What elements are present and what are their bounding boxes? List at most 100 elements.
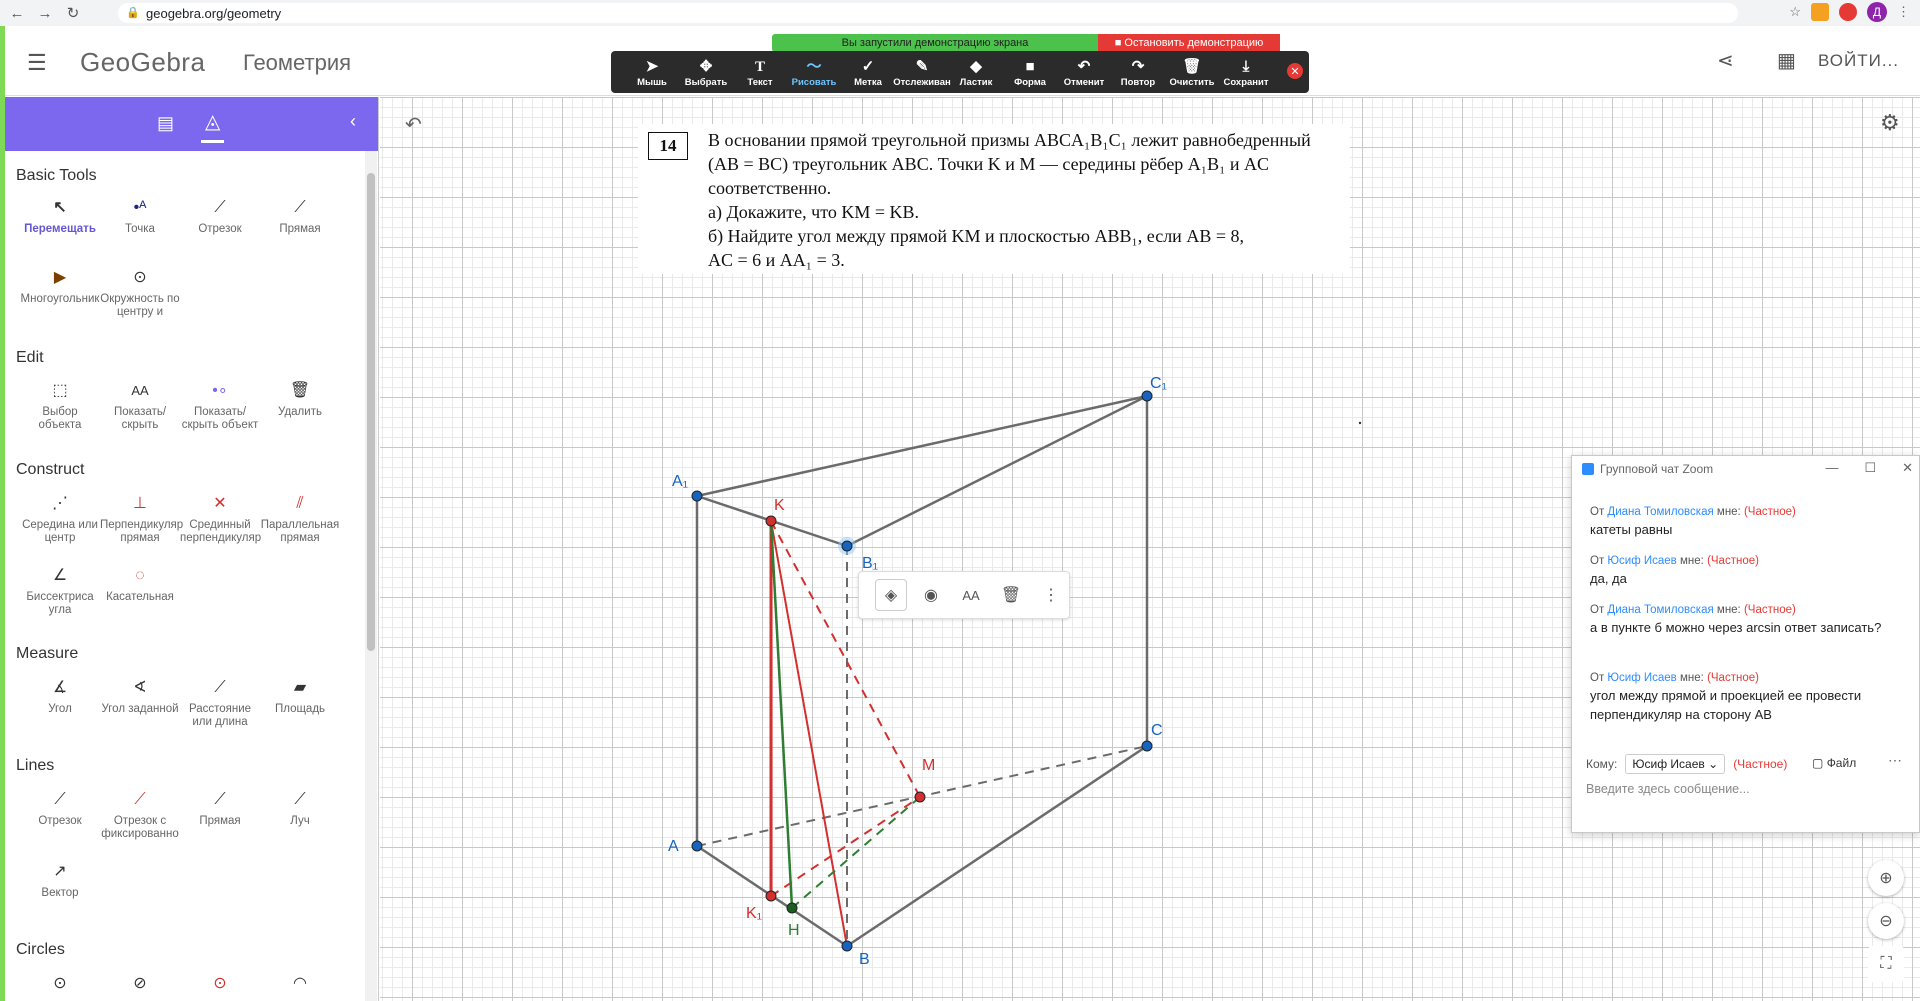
tools-tab-icon[interactable]: ◬ [201,109,225,143]
tool-text[interactable]: T Текст [733,57,787,88]
tool-stamp[interactable]: ✓ Метка [841,57,895,88]
fill-color-icon[interactable]: ◈ [875,579,907,611]
gear-icon[interactable]: ⚙ [1880,110,1900,136]
share-icon[interactable]: ⋖ [1717,48,1734,73]
tool-angle-bisector[interactable]: ∠ Биссектриса угла [20,561,100,617]
problem-line: (AB = BC) треугольник ABC. Точки K и M —… [708,154,1269,174]
tool-angle[interactable]: ∡ Угол [20,673,100,716]
tool-draw[interactable]: 〜 Рисовать [787,57,841,88]
tool-undo[interactable]: ↶ Отменит [1057,57,1111,88]
tool-parallel[interactable]: ⫽ Параллельная прямая [260,489,340,545]
file-button[interactable]: ▢ Файл [1812,756,1856,770]
point-m[interactable] [914,791,926,803]
scroll-thumb[interactable] [367,173,375,651]
toolbar-close-icon[interactable]: ✕ [1287,63,1303,79]
tool-mouse[interactable]: ➤ Мышь [625,57,679,88]
tool-show-hide-label[interactable]: AA Показать/ скрыть [100,376,180,432]
tool-vector[interactable]: ↗ Вектор [20,857,100,900]
select-box-icon: ⬚ [52,382,68,399]
point-a[interactable] [691,840,703,852]
tool-redo[interactable]: ↷ Повтор [1111,57,1165,88]
tool-select[interactable]: ✥ Выбрать [679,57,733,88]
collapse-chevron-icon[interactable]: ‹ [350,111,356,132]
tool-compass[interactable]: ⊘ [100,969,180,999]
tool-circle[interactable]: ⊙ Окружность по центру и [100,263,180,319]
tool-polygon[interactable]: ▶ Многоугольник [20,263,100,306]
point-style-icon[interactable]: ◉ [915,579,947,611]
star-icon[interactable]: ☆ [1789,4,1801,20]
more-options-icon[interactable]: ⋮ [1035,579,1067,611]
zoom-out-icon[interactable]: ⊖ [1868,903,1904,939]
tool-save[interactable]: ⤓ Сохранит [1219,57,1273,88]
address-bar[interactable]: 🔒 geogebra.org/geometry [118,3,1738,23]
extension-icon[interactable] [1811,3,1829,21]
zoom-in-icon[interactable]: ⊕ [1868,860,1904,896]
message-text: катеты равны [1590,522,1673,537]
sender-name[interactable]: Диана Томиловская [1607,604,1713,616]
tool-point[interactable]: •ᴬ Точка [100,193,180,236]
tool-tangent[interactable]: ◌ Касательная [100,561,180,604]
tool-line-2[interactable]: ⟋ Прямая [180,785,260,828]
reload-icon[interactable]: ↻ [62,4,84,22]
minimize-icon[interactable]: — [1825,460,1838,476]
tool-select-object[interactable]: ⬚ Выбор объекта [20,376,100,432]
more-icon[interactable]: ⋯ [1888,752,1902,769]
point-b1[interactable] [841,540,853,552]
menu-dots-icon[interactable]: ⋮ [1897,4,1910,20]
to-label: Кому: [1586,757,1618,771]
tool-distance[interactable]: ⟋ Расстояние или длина [180,673,260,729]
tool-spotlight[interactable]: ✎ Отслеживан [893,57,951,88]
point-c[interactable] [1141,740,1153,752]
apps-grid-icon[interactable]: ▦ [1777,48,1796,73]
sender-name[interactable]: Юсиф Исаев [1607,672,1676,684]
tool-area[interactable]: ▰ Площадь [260,673,340,716]
tool-circle-3pts[interactable]: ⊙ [180,969,260,999]
sender-name[interactable]: Юсиф Исаев [1607,555,1676,567]
tool-arc[interactable]: ◠ [260,969,340,999]
tool-line[interactable]: ⟋ Прямая [260,193,340,236]
message-input[interactable]: Введите здесь сообщение... [1586,782,1750,796]
label-icon: AA [131,383,149,398]
private-tag: (Частное) [1707,672,1759,684]
hamburger-menu-icon[interactable]: ☰ [27,50,47,76]
undo-icon[interactable]: ↶ [405,112,422,137]
point-c1[interactable] [1141,390,1153,402]
point-k[interactable] [765,515,777,527]
point-b[interactable] [841,940,853,952]
tool-midpoint[interactable]: ⋰ Середина или центр [20,489,100,545]
point-k1[interactable] [765,890,777,902]
tool-clear[interactable]: 🗑 Очистить [1165,57,1219,88]
delete-icon[interactable]: 🗑 [995,579,1027,611]
tool-eraser[interactable]: ◆ Ластик [949,57,1003,88]
tool-circle-2[interactable]: ⊙ [20,969,100,999]
tool-perp-bisector[interactable]: ✕ Срединный перпендикуляр [180,489,261,545]
tool-segment[interactable]: ⟋ Отрезок [180,193,260,236]
sidebar-scrollbar[interactable] [365,151,377,1001]
tool-segment-fixed[interactable]: ⟋ Отрезок с фиксированно [100,785,180,841]
stop-share-button[interactable]: ■ Остановить демонстрацию [1098,34,1280,52]
back-icon[interactable]: ← [6,5,28,22]
point-a1[interactable] [691,490,703,502]
login-button[interactable]: ВОЙТИ... [1818,51,1899,71]
tool-show-hide-object[interactable]: •∘ Показать/ скрыть объект [180,376,260,432]
tool-segment-2[interactable]: ⟋ Отрезок [20,785,100,828]
recipient-select[interactable]: Юсиф Исаев ⌄ [1625,754,1726,774]
calculator-tab-icon[interactable]: ▤ [157,113,174,134]
label-style-icon[interactable]: AA [955,579,987,611]
tool-angle-fixed[interactable]: ∢ Угол заданной [100,673,180,716]
sender-name[interactable]: Диана Томиловская [1607,506,1713,518]
zoom-chat-window: Групповой чат Zoom — ☐ ✕ От Диана Томиловс… [1571,455,1920,833]
maximize-icon[interactable]: ☐ [1864,460,1876,476]
fullscreen-icon[interactable]: ⛶ [1868,946,1904,982]
tool-perpendicular[interactable]: ⊥ Перпендикуляр прямая [100,489,183,545]
extension-icon[interactable] [1839,3,1857,21]
forward-icon[interactable]: → [34,5,56,22]
profile-avatar[interactable]: Д [1867,2,1887,22]
tool-move[interactable]: ↖ Перемещать [20,193,100,236]
close-icon[interactable]: ✕ [1902,460,1913,476]
point-h[interactable] [786,902,798,914]
tool-ray[interactable]: ⟋ Луч [260,785,340,828]
tool-delete[interactable]: 🗑 Удалить [260,376,340,419]
tool-format[interactable]: ■ Форма [1003,57,1057,88]
show-hide-icon: •∘ [212,382,228,399]
